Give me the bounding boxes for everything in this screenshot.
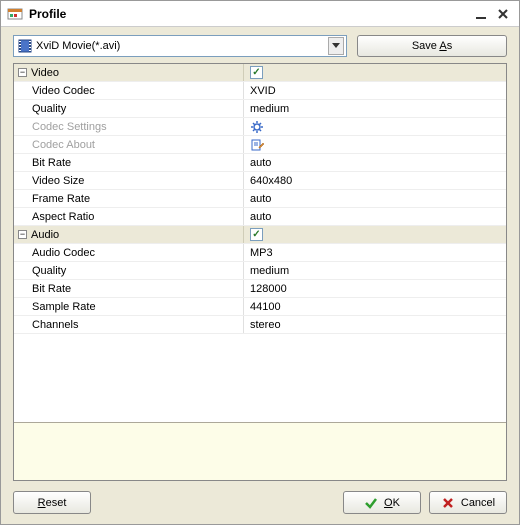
property-label: Frame Rate: [32, 193, 90, 205]
property-value: stereo: [250, 319, 281, 331]
property-row[interactable]: Bit Rate auto: [14, 154, 506, 172]
check-icon: [364, 496, 378, 510]
property-value: MP3: [250, 247, 273, 259]
property-value: medium: [250, 103, 289, 115]
property-row[interactable]: Aspect Ratio auto: [14, 208, 506, 226]
collapse-icon[interactable]: −: [18, 68, 27, 77]
profile-combo[interactable]: XviD Movie(*.avi): [13, 35, 347, 57]
property-label: Aspect Ratio: [32, 211, 94, 223]
property-row[interactable]: Video Size 640x480: [14, 172, 506, 190]
property-value: medium: [250, 265, 289, 277]
profile-window: Profile XviD Movie(*.avi): [0, 0, 520, 525]
property-row[interactable]: Channels stereo: [14, 316, 506, 334]
titlebar: Profile: [1, 1, 519, 27]
property-row[interactable]: Quality medium: [14, 100, 506, 118]
reset-label: Reset: [38, 497, 67, 509]
edit-icon[interactable]: [250, 138, 264, 152]
property-label: Video Size: [32, 175, 84, 187]
ok-button[interactable]: OK: [343, 491, 421, 514]
property-label: Channels: [32, 319, 78, 331]
cancel-label: Cancel: [461, 497, 495, 509]
app-icon: [7, 6, 23, 22]
property-value: auto: [250, 157, 271, 169]
property-row[interactable]: Sample Rate 44100: [14, 298, 506, 316]
property-label: Audio Codec: [32, 247, 95, 259]
property-label: Bit Rate: [32, 157, 71, 169]
property-grid-body[interactable]: −Video✓Video CodecXVIDQualitymediumCodec…: [14, 64, 506, 422]
property-value: auto: [250, 211, 271, 223]
property-value: 44100: [250, 301, 281, 313]
save-as-label: Save As: [412, 40, 452, 52]
footer: Reset OK Cancel: [1, 481, 519, 524]
profile-combo-text: XviD Movie(*.avi): [36, 40, 328, 52]
description-panel: [14, 422, 506, 480]
property-row[interactable]: Codec About: [14, 136, 506, 154]
close-button[interactable]: [493, 5, 513, 23]
property-value: 640x480: [250, 175, 292, 187]
property-label: Sample Rate: [32, 301, 96, 313]
ok-label: OK: [384, 497, 400, 509]
group-header[interactable]: −Video ✓: [14, 64, 506, 82]
property-row[interactable]: Frame Rate auto: [14, 190, 506, 208]
film-icon: [18, 39, 32, 53]
x-icon: [441, 496, 455, 510]
property-row[interactable]: Bit Rate 128000: [14, 280, 506, 298]
property-row[interactable]: Codec Settings: [14, 118, 506, 136]
property-label: Codec Settings: [32, 121, 107, 133]
property-label: Quality: [32, 103, 66, 115]
group-header[interactable]: −Audio ✓: [14, 226, 506, 244]
property-label: Quality: [32, 265, 66, 277]
chevron-down-icon[interactable]: [328, 37, 344, 55]
save-as-button[interactable]: Save As: [357, 35, 507, 57]
toolbar: XviD Movie(*.avi) Save As: [1, 27, 519, 63]
property-value: auto: [250, 193, 271, 205]
property-value: 128000: [250, 283, 287, 295]
window-title: Profile: [29, 7, 469, 21]
gear-icon[interactable]: [250, 120, 264, 134]
property-row[interactable]: Quality medium: [14, 262, 506, 280]
group-checkbox[interactable]: ✓: [250, 228, 263, 241]
group-label: Audio: [31, 229, 59, 241]
property-grid: −Video✓Video CodecXVIDQualitymediumCodec…: [13, 63, 507, 481]
group-checkbox[interactable]: ✓: [250, 66, 263, 79]
reset-button[interactable]: Reset: [13, 491, 91, 514]
cancel-button[interactable]: Cancel: [429, 491, 507, 514]
collapse-icon[interactable]: −: [18, 230, 27, 239]
minimize-button[interactable]: [471, 5, 491, 23]
property-value: XVID: [250, 85, 276, 97]
property-label: Codec About: [32, 139, 95, 151]
property-row[interactable]: Video Codec XVID: [14, 82, 506, 100]
property-row[interactable]: Audio Codec MP3: [14, 244, 506, 262]
property-label: Video Codec: [32, 85, 95, 97]
property-label: Bit Rate: [32, 283, 71, 295]
group-label: Video: [31, 67, 59, 79]
